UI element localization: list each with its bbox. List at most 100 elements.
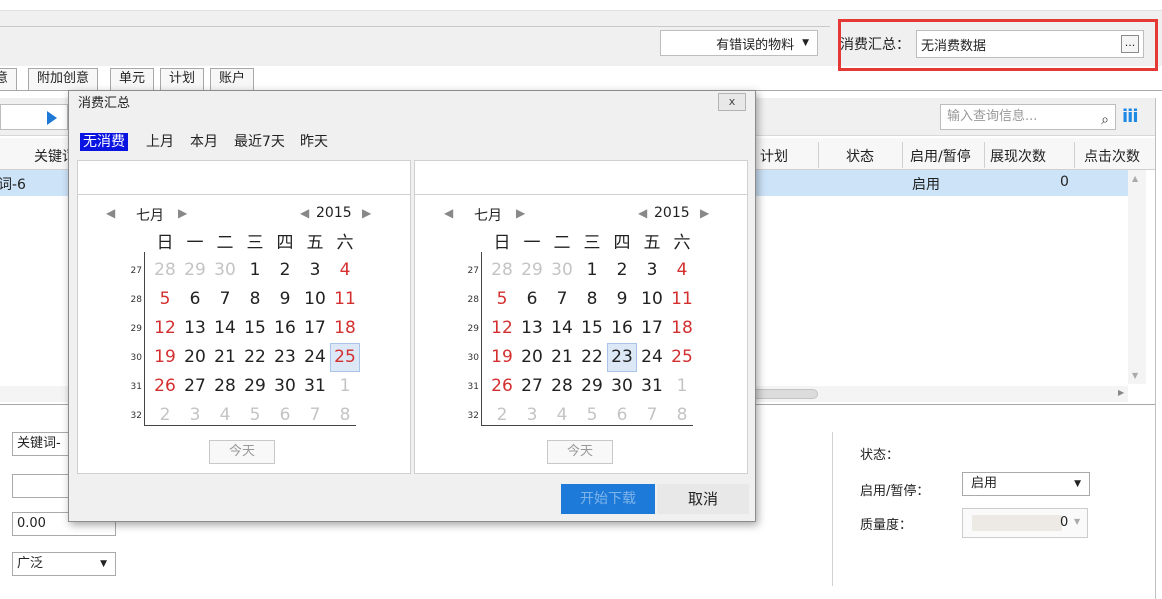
calendar-day[interactable]: 30 xyxy=(270,372,300,401)
calendar-day[interactable]: 2 xyxy=(150,401,180,430)
calendar-day[interactable]: 8 xyxy=(667,401,697,430)
calendar-day[interactable]: 31 xyxy=(300,372,330,401)
calendar-day[interactable]: 8 xyxy=(240,285,270,314)
calendar-day[interactable]: 13 xyxy=(517,314,547,343)
col-enable[interactable]: 启用/暂停 xyxy=(910,146,971,166)
calendar-day[interactable]: 17 xyxy=(637,314,667,343)
calendar-day[interactable]: 3 xyxy=(180,401,210,430)
vertical-scrollbar[interactable]: ▲ ▼ xyxy=(1128,170,1146,384)
calendar-day[interactable]: 13 xyxy=(180,314,210,343)
url-field[interactable] xyxy=(12,474,72,498)
preset-no-consume[interactable]: 无消费 xyxy=(80,133,128,151)
calendar-day[interactable]: 16 xyxy=(607,314,637,343)
calendar-day[interactable]: 10 xyxy=(300,285,330,314)
calendar-day[interactable]: 15 xyxy=(240,314,270,343)
today-button[interactable]: 今天 xyxy=(547,440,613,464)
calendar-day[interactable]: 5 xyxy=(150,285,180,314)
calendar-day[interactable]: 23 xyxy=(607,343,637,372)
calendar-day[interactable]: 22 xyxy=(577,343,607,372)
calendar-day[interactable]: 29 xyxy=(577,372,607,401)
scroll-down-icon[interactable]: ▼ xyxy=(1132,371,1138,380)
calendar-month[interactable]: 七月 xyxy=(474,205,502,225)
calendar-day[interactable]: 12 xyxy=(487,314,517,343)
calendar-day[interactable]: 3 xyxy=(637,256,667,285)
calendar-day[interactable]: 7 xyxy=(637,401,667,430)
columns-icon[interactable]: iii xyxy=(1122,106,1138,127)
calendar-day[interactable]: 11 xyxy=(667,285,697,314)
calendar-day[interactable]: 5 xyxy=(240,401,270,430)
calendar-day[interactable]: 4 xyxy=(330,256,360,285)
calendar-day[interactable]: 26 xyxy=(487,372,517,401)
calendar-day[interactable]: 27 xyxy=(180,372,210,401)
tab-extra-creative[interactable]: 附加创意 xyxy=(28,68,99,90)
keyword-field[interactable]: 关键词- xyxy=(12,432,72,456)
close-button[interactable]: x xyxy=(718,93,746,111)
calendar-day[interactable]: 18 xyxy=(667,314,697,343)
calendar-day[interactable]: 2 xyxy=(607,256,637,285)
next-month-icon[interactable]: ▶ xyxy=(516,206,525,220)
tab-account[interactable]: 账户 xyxy=(210,68,255,90)
calendar-day[interactable]: 11 xyxy=(330,285,360,314)
calendar-day[interactable]: 5 xyxy=(577,401,607,430)
scroll-right-icon[interactable]: ▶ xyxy=(1118,388,1124,397)
calendar-day[interactable]: 7 xyxy=(547,285,577,314)
calendar-day[interactable]: 30 xyxy=(547,256,577,285)
run-button[interactable] xyxy=(0,104,68,130)
calendar-year[interactable]: 2015 xyxy=(654,205,690,221)
calendar-day[interactable]: 26 xyxy=(150,372,180,401)
start-download-button[interactable]: 开始下载 xyxy=(561,484,655,514)
next-year-icon[interactable]: ▶ xyxy=(700,206,709,220)
search-icon[interactable]: ⌕ xyxy=(1101,108,1109,132)
error-filter-dropdown[interactable]: 有错误的物料 ▼ xyxy=(660,30,818,56)
calendar-day[interactable]: 29 xyxy=(240,372,270,401)
calendar-day[interactable]: 2 xyxy=(270,256,300,285)
calendar-day[interactable]: 24 xyxy=(300,343,330,372)
calendar-day[interactable]: 14 xyxy=(547,314,577,343)
next-year-icon[interactable]: ▶ xyxy=(362,206,371,220)
calendar-day[interactable]: 2 xyxy=(487,401,517,430)
calendar-year[interactable]: 2015 xyxy=(316,205,352,221)
calendar-day[interactable]: 30 xyxy=(210,256,240,285)
tab-creative[interactable]: 意 xyxy=(0,68,18,90)
calendar-day[interactable]: 17 xyxy=(300,314,330,343)
calendar-day[interactable]: 6 xyxy=(180,285,210,314)
calendar-day[interactable]: 7 xyxy=(300,401,330,430)
calendar-day[interactable]: 7 xyxy=(210,285,240,314)
end-date-input[interactable] xyxy=(415,161,747,195)
preset-last-7-days[interactable]: 最近7天 xyxy=(234,133,285,151)
calendar-day[interactable]: 19 xyxy=(487,343,517,372)
calendar-day[interactable]: 21 xyxy=(210,343,240,372)
start-date-input[interactable] xyxy=(78,161,410,195)
calendar-day[interactable]: 20 xyxy=(517,343,547,372)
calendar-day[interactable]: 10 xyxy=(637,285,667,314)
prev-year-icon[interactable]: ◀ xyxy=(300,206,309,220)
scroll-up-icon[interactable]: ▲ xyxy=(1132,174,1138,183)
calendar-day[interactable]: 15 xyxy=(577,314,607,343)
calendar-day[interactable]: 19 xyxy=(150,343,180,372)
calendar-day[interactable]: 30 xyxy=(607,372,637,401)
calendar-day[interactable]: 20 xyxy=(180,343,210,372)
preset-this-month[interactable]: 本月 xyxy=(190,133,218,151)
calendar-day[interactable]: 4 xyxy=(210,401,240,430)
calendar-day[interactable]: 28 xyxy=(487,256,517,285)
calendar-day[interactable]: 31 xyxy=(637,372,667,401)
calendar-day[interactable]: 6 xyxy=(517,285,547,314)
calendar-day[interactable]: 4 xyxy=(667,256,697,285)
calendar-day[interactable]: 24 xyxy=(637,343,667,372)
calendar-day[interactable]: 29 xyxy=(180,256,210,285)
calendar-day[interactable]: 23 xyxy=(270,343,300,372)
cancel-button[interactable]: 取消 xyxy=(657,484,749,514)
calendar-day[interactable]: 6 xyxy=(270,401,300,430)
calendar-day[interactable]: 28 xyxy=(150,256,180,285)
calendar-day[interactable]: 12 xyxy=(150,314,180,343)
calendar-day[interactable]: 6 xyxy=(607,401,637,430)
calendar-day[interactable]: 25 xyxy=(330,343,360,372)
match-type-select[interactable]: 广泛 ▼ xyxy=(12,552,116,576)
calendar-day[interactable]: 8 xyxy=(330,401,360,430)
calendar-day[interactable]: 1 xyxy=(330,372,360,401)
calendar-day[interactable]: 9 xyxy=(270,285,300,314)
calendar-day[interactable]: 27 xyxy=(517,372,547,401)
grid-search-input[interactable]: 输入查询信息... ⌕ xyxy=(940,104,1116,130)
calendar-month[interactable]: 七月 xyxy=(136,205,164,225)
calendar-day[interactable]: 18 xyxy=(330,314,360,343)
